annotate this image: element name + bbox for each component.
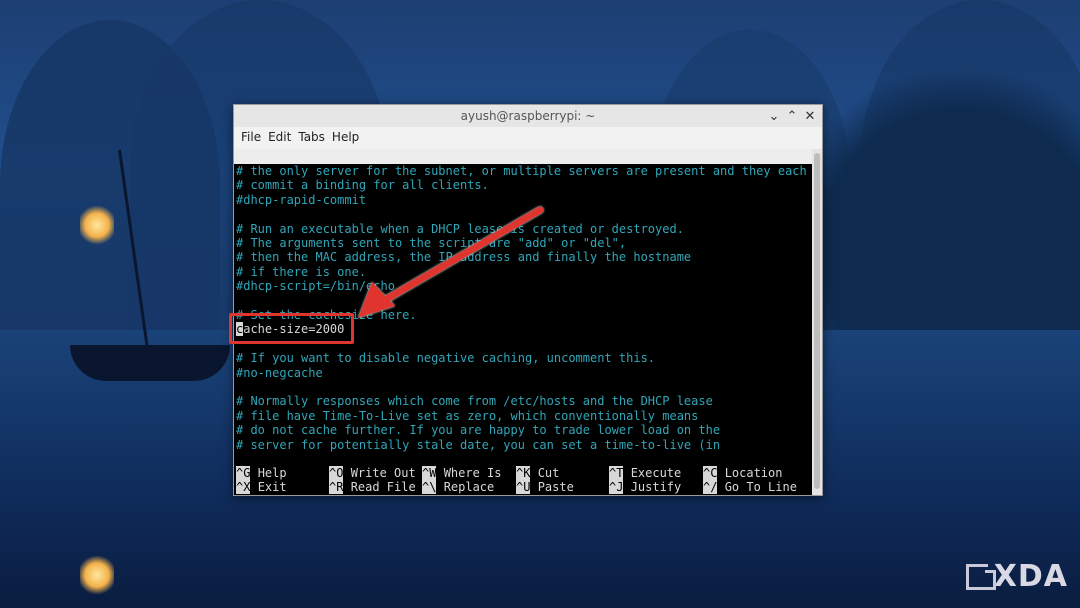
lantern-reflection <box>80 555 114 595</box>
shortcut-cut[interactable]: ^K Cut <box>516 466 559 480</box>
shortcut-location[interactable]: ^C Location <box>703 466 782 480</box>
maximize-icon[interactable]: ⌃ <box>784 106 800 126</box>
window-controls: ⌄ ⌃ ✕ <box>766 106 818 126</box>
nano-title-bar: GNU nano 7.2 /etc/dnsmasq.conf * <box>234 149 812 193</box>
file-line: # If you want to disable negative cachin… <box>236 351 656 366</box>
scrollbar-thumb[interactable] <box>814 153 820 489</box>
menu-bar: File Edit Tabs Help <box>234 127 822 147</box>
menu-tabs[interactable]: Tabs <box>296 130 330 144</box>
file-line: # Run an executable when a DHCP lease is… <box>236 221 684 236</box>
file-line: # The arguments sent to the script are "… <box>236 236 627 250</box>
file-line: # server for potentially stale date, you… <box>236 437 721 452</box>
file-line: # the only server for the subnet, or mul… <box>236 164 807 178</box>
file-line: #dhcp-rapid-commit <box>236 192 367 207</box>
minimize-icon[interactable]: ⌄ <box>766 106 782 126</box>
menu-file[interactable]: File <box>239 130 266 144</box>
annotation-highlight-box <box>229 313 354 344</box>
xda-logo-icon <box>965 563 996 590</box>
shortcut-exit[interactable]: ^X Exit <box>236 480 287 495</box>
file-line: # file have Time-To-Live set as zero, wh… <box>236 408 699 423</box>
terminal-window: ayush@raspberrypi: ~ ⌄ ⌃ ✕ File Edit Tab… <box>233 104 823 496</box>
shortcut-help[interactable]: ^G Help <box>236 466 287 480</box>
shortcut-write-out[interactable]: ^O Write Out <box>329 466 416 480</box>
file-line: # do not cache further. If you are happy… <box>236 423 721 438</box>
shortcut-justify[interactable]: ^J Justify <box>609 480 681 495</box>
file-line: # Normally responses which come from /et… <box>236 394 713 409</box>
file-line: # then the MAC address, the IP address a… <box>236 250 692 265</box>
file-line: #dhcp-script=/bin/echo <box>236 279 395 294</box>
nano-filename: /etc/dnsmasq.conf * <box>481 179 619 193</box>
tree-silhouette <box>780 70 1080 370</box>
shortcut-replace[interactable]: ^\ Replace <box>422 480 494 495</box>
close-icon[interactable]: ✕ <box>802 106 818 126</box>
menu-help[interactable]: Help <box>330 130 364 144</box>
file-line: # if there is one. <box>236 264 367 279</box>
shortcut-execute[interactable]: ^T Execute <box>609 466 681 480</box>
lantern-glow <box>80 205 114 245</box>
shortcut-go-to-line[interactable]: ^/ Go To Line <box>703 480 797 495</box>
shortcut-where-is[interactable]: ^W Where Is <box>422 466 501 480</box>
window-title: ayush@raspberrypi: ~ <box>460 109 596 123</box>
menu-edit[interactable]: Edit <box>266 130 296 144</box>
boat-silhouette <box>70 345 230 381</box>
shortcut-paste[interactable]: ^U Paste <box>516 480 574 495</box>
terminal-scrollbar[interactable] <box>812 149 822 495</box>
shortcut-read-file[interactable]: ^R Read File <box>329 480 416 495</box>
window-titlebar[interactable]: ayush@raspberrypi: ~ ⌄ ⌃ ✕ <box>234 105 822 127</box>
xda-logo: XDA <box>965 559 1068 594</box>
file-line: # commit a binding for all clients. <box>236 178 489 193</box>
file-line: #no-negcache <box>236 365 323 380</box>
xda-logo-text: XDA <box>993 559 1068 594</box>
